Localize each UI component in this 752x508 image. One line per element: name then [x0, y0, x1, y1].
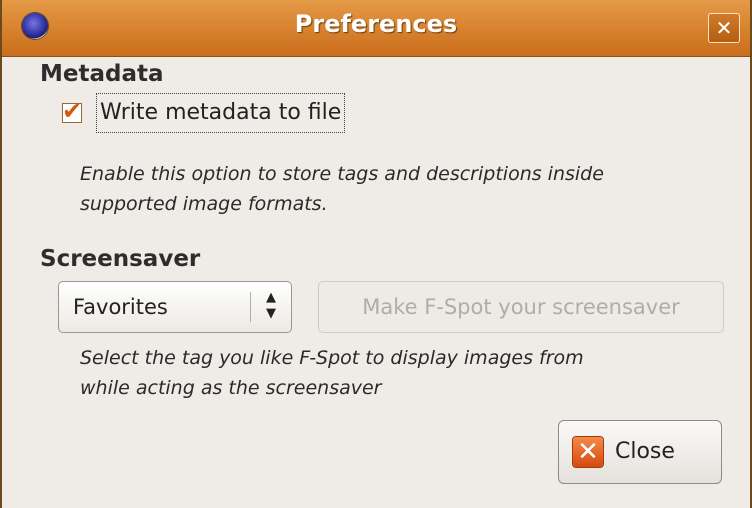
- screensaver-help-line-2: while acting as the screensaver: [80, 377, 382, 399]
- tag-select-combo[interactable]: Favorites ▲ ▼: [58, 281, 292, 333]
- tag-select-value: Favorites: [73, 295, 168, 319]
- window-close-button[interactable]: ✕: [708, 13, 740, 43]
- close-button-label: Close: [615, 439, 675, 464]
- window-title: Preferences: [294, 10, 458, 38]
- metadata-help-line-1: Enable this option to store tags and des…: [80, 163, 604, 185]
- make-screensaver-button[interactable]: Make F-Spot your screensaver: [318, 281, 724, 333]
- checkmark-icon: ✔: [62, 97, 83, 125]
- write-metadata-label[interactable]: Write metadata to file: [96, 93, 346, 133]
- title-bar[interactable]: Preferences ✕: [2, 0, 750, 57]
- metadata-help-line-2: supported image formats.: [80, 193, 328, 215]
- write-metadata-checkbox[interactable]: ✔: [62, 98, 82, 124]
- close-button[interactable]: ✕ Close: [558, 420, 722, 484]
- combo-separator: [250, 292, 251, 322]
- screensaver-help-line-1: Select the tag you like F-Spot to displa…: [80, 347, 584, 369]
- close-x-icon: ✕: [715, 16, 733, 40]
- metadata-help-text: Enable this option to store tags and des…: [80, 159, 604, 219]
- close-x-icon: ✕: [573, 437, 603, 467]
- metadata-heading: Metadata: [40, 61, 164, 87]
- screensaver-heading: Screensaver: [40, 246, 201, 272]
- preferences-dialog: Preferences ✕ Metadata ✔ Write metadata …: [0, 0, 752, 508]
- updown-arrows-icon: ▲ ▼: [266, 290, 276, 321]
- screensaver-help-text: Select the tag you like F-Spot to displa…: [80, 343, 584, 403]
